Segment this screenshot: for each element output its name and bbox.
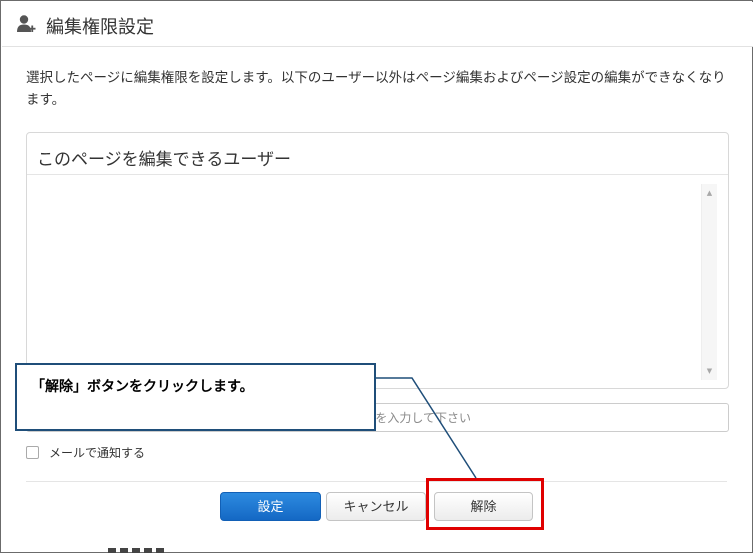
background-fragment	[108, 548, 164, 553]
instruction-callout-text: 「解除」ボタンをクリックします。	[31, 379, 254, 395]
instruction-callout: 「解除」ボタンをクリックします。	[15, 363, 376, 431]
callout-pointer-line	[372, 377, 477, 479]
